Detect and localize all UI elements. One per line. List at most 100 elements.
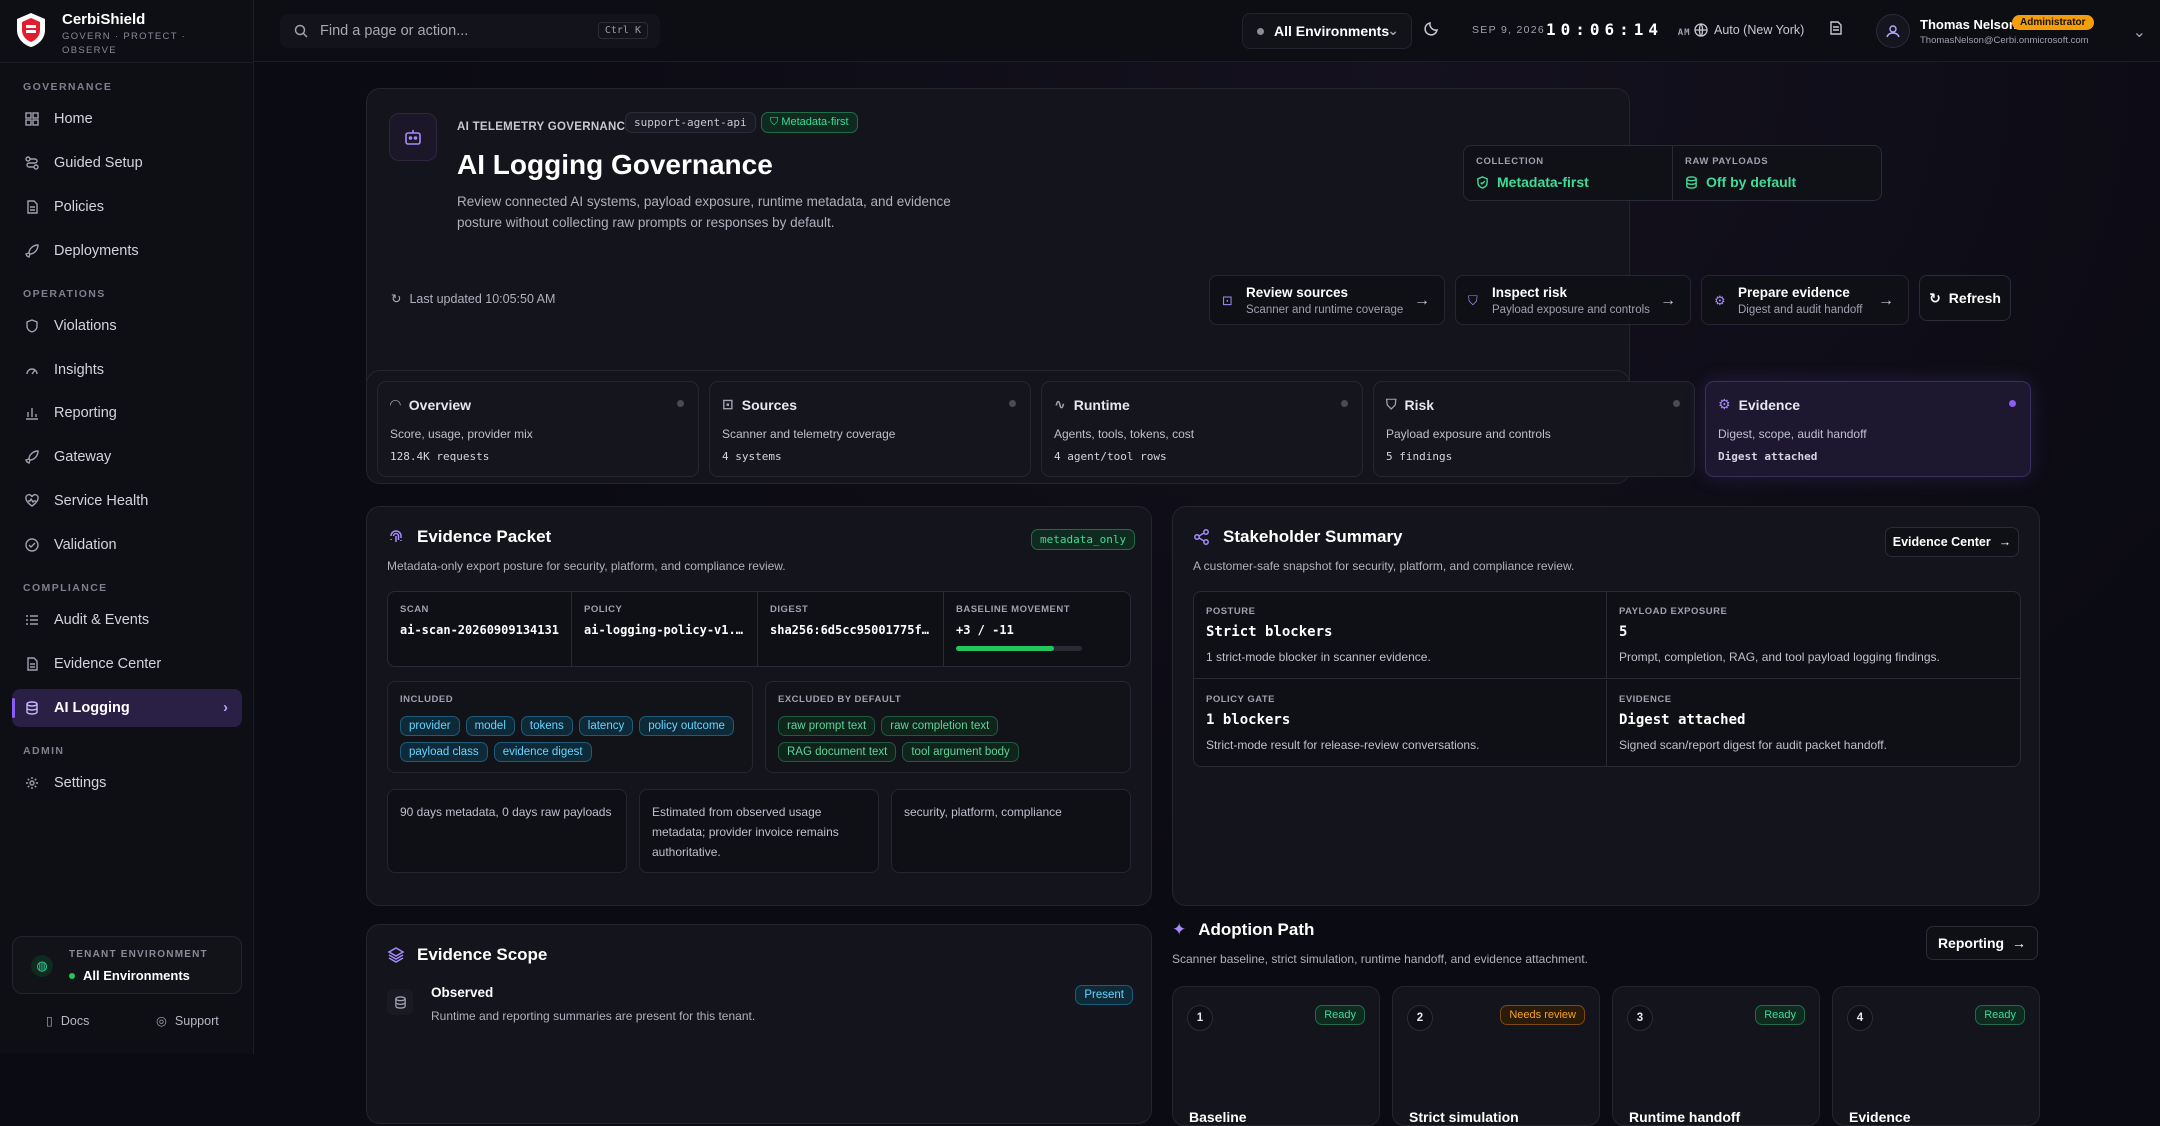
tenant-environment-selector[interactable]: ◍ TENANT ENVIRONMENT All Environments: [12, 936, 242, 994]
step-status-badge: Needs review: [1500, 1005, 1585, 1025]
activity-log-icon[interactable]: [1828, 20, 1844, 36]
refresh-button[interactable]: ↻ Refresh: [1919, 275, 2011, 321]
cell-desc: 1 strict-mode blocker in scanner evidenc…: [1206, 650, 1431, 664]
tab-status-dot: [1009, 400, 1016, 407]
sidebar-item-label: Evidence Center: [54, 656, 162, 672]
section-governance: GOVERNANCE: [23, 81, 113, 93]
reporting-button[interactable]: Reporting →: [1926, 926, 2038, 960]
sidebar-item-label: Deployments: [54, 243, 139, 259]
adoption-step[interactable]: 3 Ready Runtime handoff: [1612, 986, 1820, 1126]
theme-toggle-moon-icon[interactable]: [1424, 20, 1440, 36]
sidebar-item-label: Settings: [54, 775, 107, 791]
tab-sources[interactable]: ⊡ Sources Scanner and telemetry coverage …: [709, 381, 1031, 477]
sidebar-item-audit-events[interactable]: Audit & Events: [12, 601, 242, 639]
cell-label: POSTURE: [1206, 606, 1256, 617]
activity-icon: ∿: [1054, 396, 1066, 412]
user-menu[interactable]: Thomas Nelson Administrator ThomasNelson…: [1876, 12, 2146, 52]
brand-tagline: GOVERN · PROTECT · OBSERVE: [62, 31, 187, 56]
sidebar-item-label: Service Health: [54, 493, 149, 509]
layers-icon: [387, 946, 405, 964]
cell-label: POLICY: [584, 604, 623, 615]
service-pill: support-agent-api: [625, 112, 756, 133]
tab-status-dot: [2009, 400, 2016, 407]
kpi-label: RAW PAYLOADS: [1685, 156, 1769, 167]
cell-value: +3 / -11: [956, 623, 1014, 637]
environment-dropdown[interactable]: All Environments ⌄: [1242, 13, 1412, 49]
gauge-icon: [24, 362, 40, 378]
sidebar-item-validation[interactable]: Validation: [12, 526, 242, 564]
sidebar-item-gateway[interactable]: Gateway: [12, 438, 242, 476]
cell-label: EVIDENCE: [1619, 694, 1672, 705]
search-input[interactable]: Find a page or action... Ctrl K: [280, 14, 660, 48]
section-tabs: ◠ Overview Score, usage, provider mix 128…: [366, 370, 2031, 484]
page-description: Review connected AI systems, payload exp…: [457, 194, 951, 230]
step-status-badge: Ready: [1755, 1005, 1805, 1025]
sidebar-item-ai-logging[interactable]: AI Logging ›: [12, 689, 242, 727]
cell-desc: Prompt, completion, RAG, and tool payloa…: [1619, 650, 1940, 664]
tab-evidence[interactable]: ⚙ Evidence Digest, scope, audit handoff D…: [1705, 381, 2031, 477]
timezone-label: Auto (New York): [1714, 23, 1805, 37]
sidebar-item-settings[interactable]: Settings: [12, 764, 242, 802]
tab-runtime[interactable]: ∿ Runtime Agents, tools, tokens, cost 4 a…: [1041, 381, 1363, 477]
action-title: Inspect risk: [1492, 285, 1568, 300]
refresh-label: Refresh: [1948, 290, 2001, 306]
adoption-step[interactable]: 4 Ready Evidence: [1832, 986, 2040, 1126]
tab-risk[interactable]: ⛉ Risk Payload exposure and controls 5 fi…: [1373, 381, 1695, 477]
heart-pulse-icon: [24, 493, 40, 509]
scope-row-title: Observed: [431, 985, 494, 1000]
scan-icon: ⊡: [1222, 293, 1233, 308]
field-chip: policy outcome: [639, 716, 734, 736]
policy-gate-cell: POLICY GATE 1 blockers Strict-mode result …: [1194, 680, 1607, 767]
field-chip: payload class: [400, 742, 488, 762]
action-subtitle: Payload exposure and controls: [1492, 304, 1650, 316]
fingerprint-icon: [387, 528, 405, 546]
sidebar-item-home[interactable]: Home: [12, 100, 242, 138]
button-label: Evidence Center: [1892, 535, 1991, 549]
evidence-center-button[interactable]: Evidence Center →: [1885, 527, 2019, 557]
sidebar-item-violations[interactable]: Violations: [12, 307, 242, 345]
sparkles-icon: ✦: [1172, 920, 1187, 939]
sidebar-item-reporting[interactable]: Reporting: [12, 394, 242, 432]
kpi-label: COLLECTION: [1476, 156, 1544, 167]
field-chip: raw completion text: [881, 716, 999, 736]
sidebar-item-policies[interactable]: Policies: [12, 188, 242, 226]
cell-value: Digest attached: [1619, 712, 1746, 728]
arrow-right-icon: →: [1878, 292, 1894, 309]
book-icon: ▯: [46, 1014, 53, 1028]
eyebrow: AI TELEMETRY GOVERNANCE: [457, 121, 634, 133]
prepare-evidence-button[interactable]: ⚙ Prepare evidence Digest and audit hand…: [1701, 275, 1909, 325]
cell-value: 5: [1619, 624, 1628, 640]
step-status-badge: Ready: [1975, 1005, 2025, 1025]
step-number: 3: [1627, 1005, 1653, 1031]
sidebar-item-insights[interactable]: Insights: [12, 351, 242, 389]
adoption-step[interactable]: 2 Needs review Strict simulation: [1392, 986, 1600, 1126]
tab-meta: 4 systems: [722, 450, 782, 463]
environment-label: All Environments: [1274, 23, 1390, 39]
cost-note: Estimated from observed usage metadata; …: [639, 789, 879, 873]
timezone-selector[interactable]: Auto (New York): [1694, 23, 1804, 37]
adoption-step[interactable]: 1 Ready Baseline: [1172, 986, 1380, 1126]
section-title: Adoption Path: [1198, 920, 1315, 939]
cell-value: ai-logging-policy-v1.0.0: [584, 623, 750, 637]
sidebar-item-evidence-center[interactable]: Evidence Center: [12, 645, 242, 683]
hero-card: AI TELEMETRY GOVERNANCE support-agent-ap…: [366, 88, 2011, 412]
tab-overview[interactable]: ◠ Overview Score, usage, provider mix 128…: [377, 381, 699, 477]
included-label: INCLUDED: [400, 694, 454, 705]
sidebar-item-guided-setup[interactable]: Guided Setup: [12, 144, 242, 182]
sidebar-item-deployments[interactable]: Deployments: [12, 232, 242, 270]
arrow-right-icon: →: [2012, 935, 2027, 951]
sidebar-item-label: AI Logging: [54, 700, 130, 716]
action-title: Prepare evidence: [1738, 285, 1850, 300]
support-link[interactable]: ◎ Support: [156, 1013, 219, 1029]
sidebar-item-label: Violations: [54, 318, 117, 334]
review-sources-button[interactable]: ⊡ Review sources Scanner and runtime cov…: [1209, 275, 1445, 325]
brand[interactable]: CerbiShield GOVERN · PROTECT · OBSERVE: [14, 8, 244, 58]
section-compliance: COMPLIANCE: [23, 582, 108, 594]
sidebar-item-service-health[interactable]: Service Health: [12, 482, 242, 520]
lifebuoy-icon: ◎: [156, 1014, 167, 1028]
inspect-risk-button[interactable]: ⛉ Inspect risk Payload exposure and cont…: [1455, 275, 1691, 325]
cell-value: sha256:6d5cc95001775fe0…: [770, 623, 936, 637]
docs-link[interactable]: ▯ Docs: [46, 1013, 89, 1029]
cell-value: 1 blockers: [1206, 712, 1291, 728]
database-icon: [1685, 175, 1698, 189]
